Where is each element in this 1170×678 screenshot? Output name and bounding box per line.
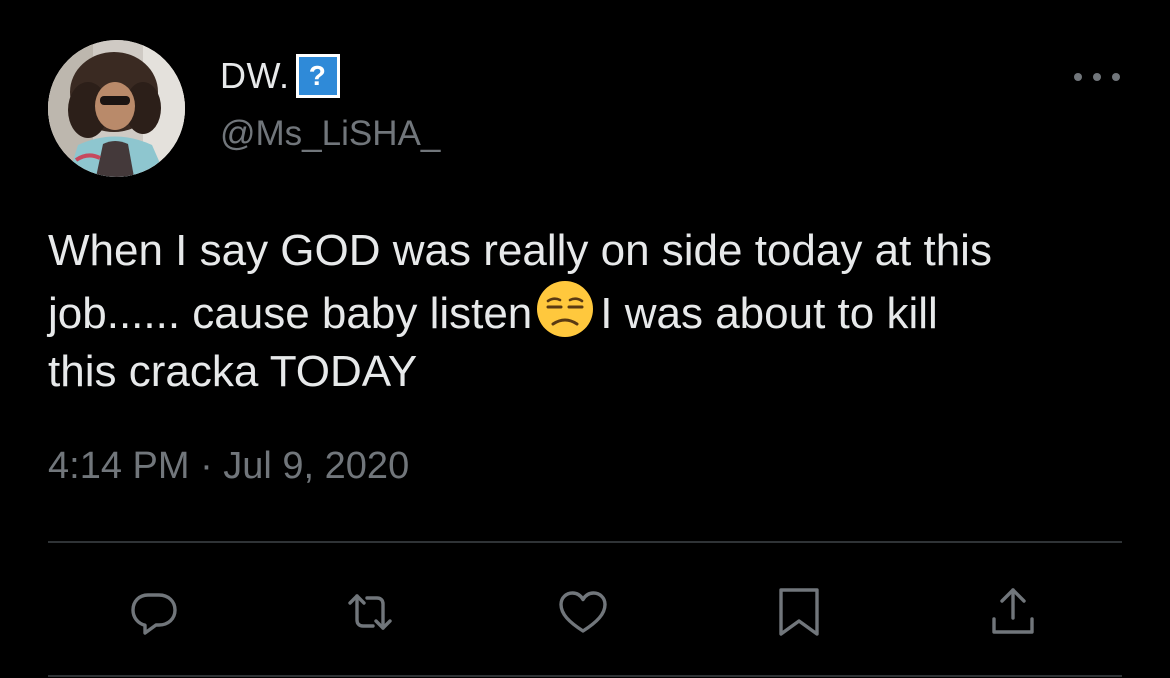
avatar-image [48,40,185,177]
bookmark-button[interactable] [769,582,829,642]
display-name-text: DW. [220,55,290,96]
retweet-button[interactable] [340,582,400,642]
reply-button[interactable] [124,582,184,642]
reply-icon [131,593,177,635]
tweet-detail: DW. ? @Ms_LiSHA_ When I say GOD was real… [0,0,1170,678]
divider [48,541,1122,543]
author-handle[interactable]: @Ms_LiSHA_ [220,112,440,156]
heart-icon [559,591,607,633]
tweet-timestamp[interactable]: 4:14 PM · Jul 9, 2020 [48,442,409,490]
share-icon [992,588,1034,634]
author-display-name[interactable]: DW. ? [220,54,340,98]
bottom-divider [48,675,1122,677]
more-options-icon[interactable] [1074,62,1120,92]
tweet-text: When I say GOD was really on side today … [48,222,1118,401]
avatar[interactable] [48,40,185,177]
unknown-glyph-icon: ? [295,54,340,98]
share-button[interactable] [983,582,1043,642]
bookmark-icon [779,588,819,636]
like-button[interactable] [553,582,613,642]
unamused-face-icon [537,281,594,337]
retweet-icon [348,594,392,630]
